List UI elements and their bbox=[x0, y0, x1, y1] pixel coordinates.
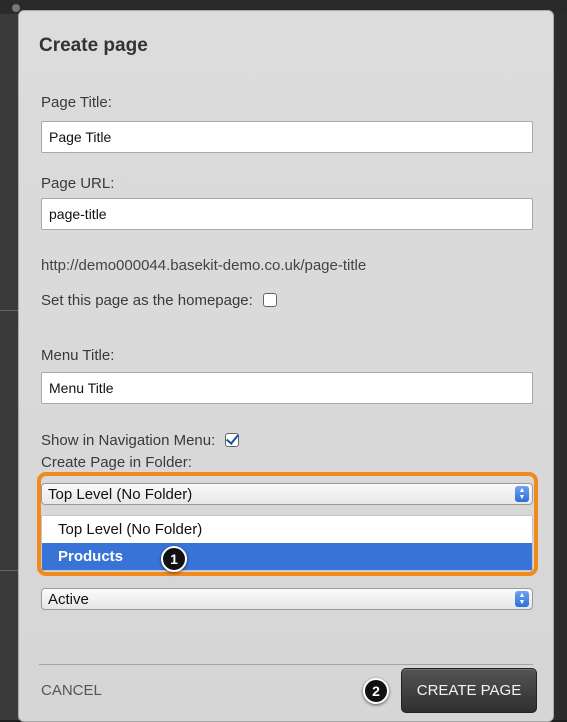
url-preview: http://demo000044.basekit-demo.co.uk/pag… bbox=[41, 257, 367, 274]
homepage-row: Set this page as the homepage: bbox=[41, 290, 277, 310]
cancel-button[interactable]: CANCEL bbox=[41, 682, 102, 699]
step-1-badge: 1 bbox=[161, 546, 187, 572]
page-url-input[interactable] bbox=[41, 198, 533, 230]
homepage-label: Set this page as the homepage: bbox=[41, 291, 253, 309]
background-left-panel bbox=[0, 14, 19, 720]
panel-divider bbox=[0, 570, 18, 571]
nav-menu-checkbox[interactable] bbox=[225, 433, 240, 447]
nav-menu-row: Show in Navigation Menu: bbox=[41, 430, 240, 450]
status-select[interactable]: Active ▲ ▼ bbox=[41, 588, 533, 610]
step-2-badge: 2 bbox=[363, 678, 389, 704]
page-url-label: Page URL: bbox=[41, 175, 115, 192]
highlight-annotation-box bbox=[37, 472, 538, 576]
create-page-dialog: Create page Page Title: Page URL: http:/… bbox=[18, 10, 554, 722]
page-title-input[interactable] bbox=[41, 121, 533, 153]
menu-title-input[interactable] bbox=[41, 372, 533, 404]
footer-divider bbox=[39, 664, 533, 665]
select-arrows-icon: ▲ ▼ bbox=[515, 591, 529, 607]
status-select-value: Active bbox=[48, 591, 89, 608]
panel-divider bbox=[0, 310, 18, 311]
folder-label: Create Page in Folder: bbox=[41, 454, 192, 471]
page-title-label: Page Title: bbox=[41, 94, 112, 111]
menu-title-label: Menu Title: bbox=[41, 347, 115, 364]
dialog-title: Create page bbox=[39, 35, 148, 56]
homepage-checkbox[interactable] bbox=[262, 293, 277, 307]
create-page-button[interactable]: CREATE PAGE bbox=[401, 668, 537, 713]
nav-menu-label: Show in Navigation Menu: bbox=[41, 431, 216, 449]
